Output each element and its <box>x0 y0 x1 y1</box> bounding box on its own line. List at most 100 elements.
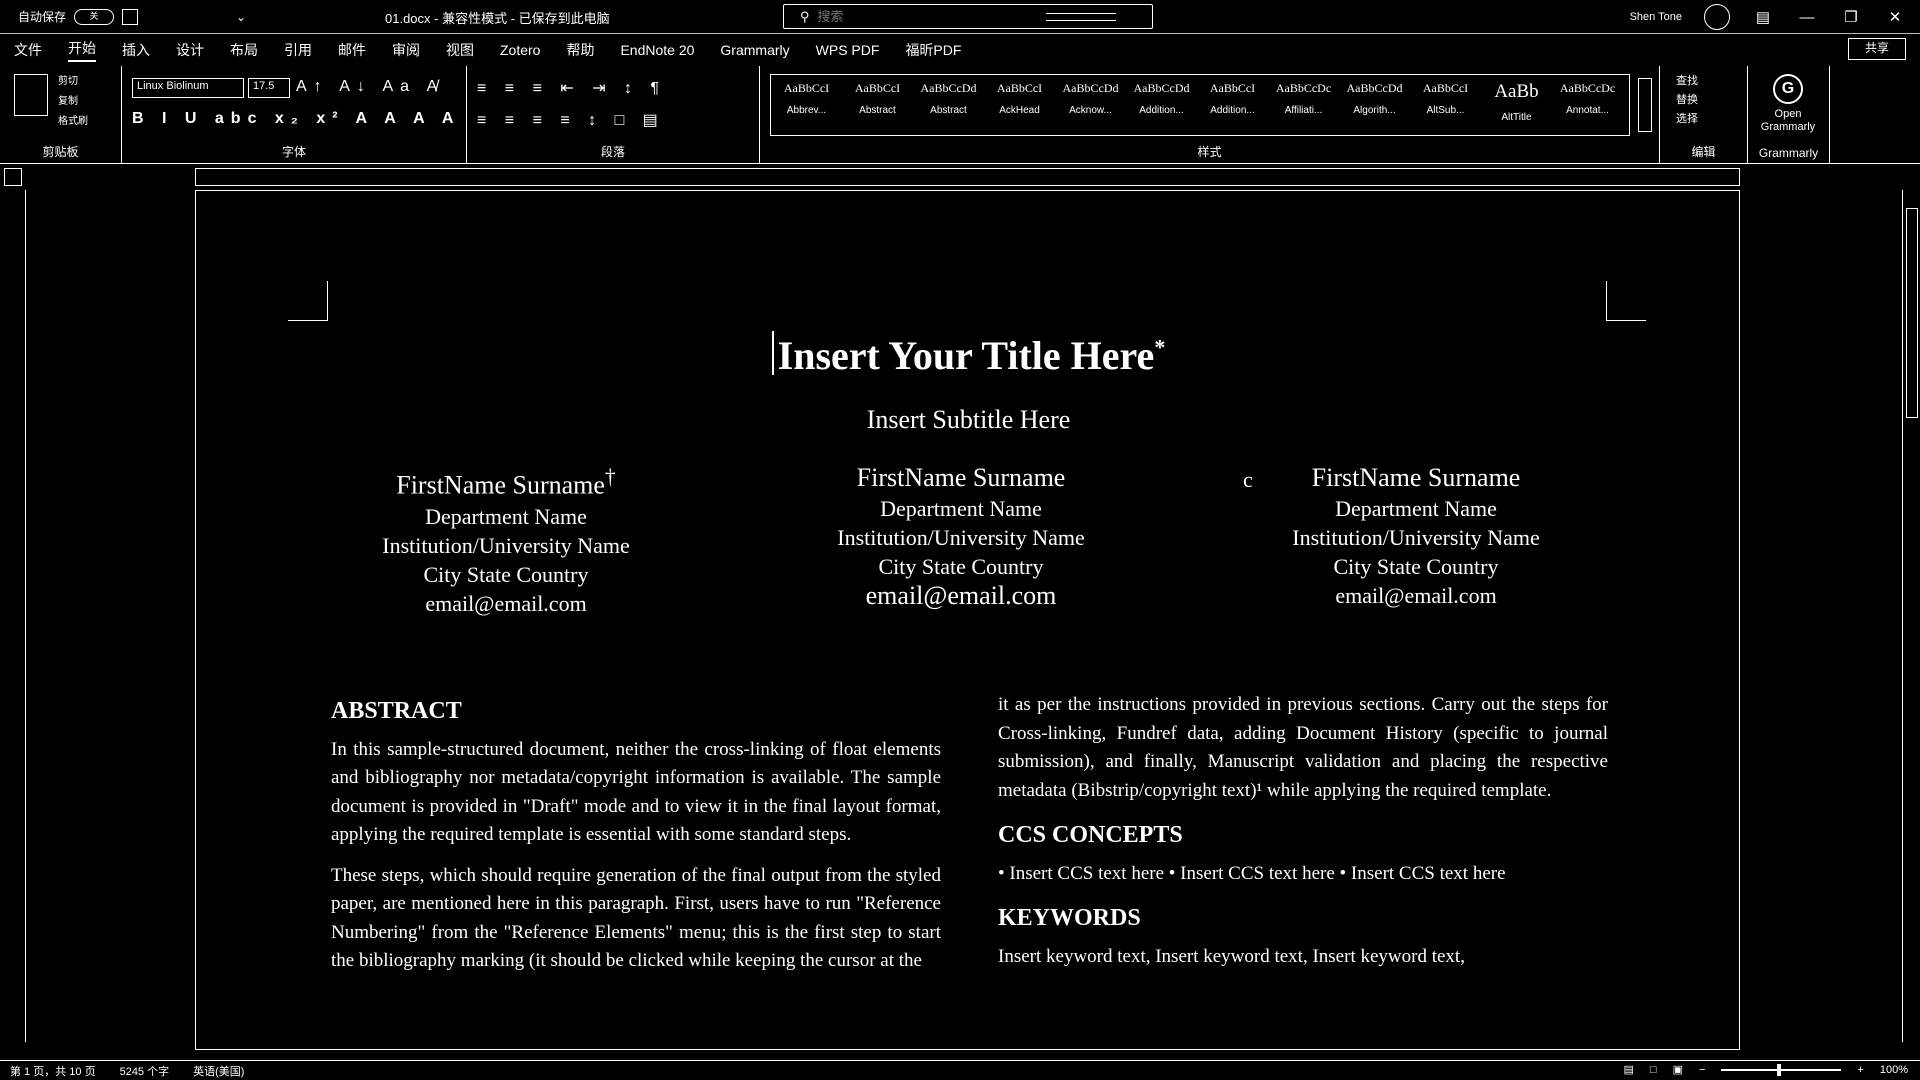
group-label-clipboard: 剪贴板 <box>42 145 79 159</box>
tab-view[interactable]: 视图 <box>446 40 474 60</box>
page-subtitle[interactable]: Insert Subtitle Here <box>196 405 1741 435</box>
tab-foxit-pdf[interactable]: 福昕PDF <box>905 40 961 60</box>
left-column[interactable]: ABSTRACT In this sample-structured docum… <box>331 697 941 988</box>
ccs-text: • Insert CCS text here • Insert CCS text… <box>998 862 1506 884</box>
language[interactable]: 英语(美国) <box>193 1063 244 1079</box>
group-label-styles: 样式 <box>1197 145 1222 159</box>
menu-tabs: 文件 开始 插入 设计 布局 引用 邮件 审阅 视图 Zotero 帮助 End… <box>0 36 1920 64</box>
tab-help[interactable]: 帮助 <box>566 40 594 60</box>
tab-references[interactable]: 引用 <box>284 40 312 60</box>
abstract-heading: ABSTRACT <box>331 698 462 724</box>
scrollbar-thumb[interactable] <box>1906 208 1918 418</box>
share-button[interactable]: 共享 <box>1848 38 1906 60</box>
zoom-slider[interactable] <box>1721 1063 1842 1076</box>
format-painter-button[interactable]: 格式刷 <box>58 112 108 127</box>
style-alttitle[interactable]: AaBb AltTitle <box>1481 75 1552 133</box>
style-algorithm[interactable]: AaBbCcDd Algorith... <box>1339 75 1410 133</box>
restore-button[interactable]: ❐ <box>1840 8 1862 26</box>
save-icon[interactable] <box>122 8 139 25</box>
instructions-paragraph: it as per the instructions provided in p… <box>998 694 1608 801</box>
search-decoration <box>1045 12 1116 21</box>
paste-icon[interactable] <box>14 74 48 116</box>
tab-insert[interactable]: 插入 <box>122 40 150 60</box>
copy-button[interactable]: 复制 <box>58 92 108 107</box>
tab-selector-icon[interactable] <box>4 168 22 186</box>
clipboard-group: 剪切 复制 格式刷 剪贴板 <box>0 66 122 164</box>
open-grammarly-button[interactable]: Open Grammarly <box>1750 108 1826 134</box>
tab-grammarly[interactable]: Grammarly <box>720 42 789 58</box>
read-mode-icon[interactable]: ▤ <box>1624 1063 1634 1076</box>
style-acknowledgments[interactable]: AaBbCcDd Acknow... <box>1055 75 1126 133</box>
style-additional-2[interactable]: AaBbCcI Addition... <box>1197 75 1268 133</box>
author-block-1[interactable]: FirstName Surname† Department Name Insti… <box>296 461 716 618</box>
vertical-ruler[interactable] <box>4 190 26 1042</box>
print-layout-icon[interactable]: □ <box>1650 1064 1657 1076</box>
customize-toolbar-icon[interactable]: ⌄ <box>236 10 246 24</box>
font-name-select[interactable]: Linux Biolinum <box>132 78 244 98</box>
styles-gallery-scroll[interactable] <box>1638 78 1652 132</box>
find-button[interactable]: 查找 <box>1676 72 1698 91</box>
zoom-out-icon[interactable]: − <box>1699 1064 1705 1076</box>
author-block-2[interactable]: FirstName Surname Department Name Instit… <box>751 461 1171 610</box>
zoom-in-icon[interactable]: + <box>1857 1064 1863 1076</box>
style-abstract-head[interactable]: AaBbCcI Abstract <box>842 75 913 133</box>
text-cursor <box>771 331 774 375</box>
web-layout-icon[interactable]: ▣ <box>1673 1063 1683 1076</box>
page-count[interactable]: 第 1 页，共 10 页 <box>10 1063 96 1079</box>
ccs-heading: CCS CONCEPTS <box>998 822 1183 848</box>
page-title[interactable]: Insert Your Title Here* <box>196 331 1741 379</box>
replace-button[interactable]: 替换 <box>1676 91 1698 110</box>
font-format-tools[interactable]: B I U abc x₂ x² A A A A <box>132 110 460 128</box>
style-annotation[interactable]: AaBbCcDc Annotat... <box>1552 75 1623 133</box>
paragraph-group: ≡ ≡ ≡ ⇤ ⇥ ↕ ¶ ≡ ≡ ≡ ≡ ↕ □ ▤ 段落 <box>467 66 760 164</box>
document-page[interactable]: Insert Your Title Here* Insert Subtitle … <box>195 190 1740 1050</box>
author-block-3[interactable]: FirstName Surname Department Name Instit… <box>1206 461 1626 610</box>
author-institution: Institution/University Name <box>837 525 1085 550</box>
list-tools[interactable]: ≡ ≡ ≡ ⇤ ⇥ ↕ ¶ <box>477 78 666 98</box>
cut-button[interactable]: 剪切 <box>58 72 108 87</box>
ribbon-display-icon[interactable]: ▤ <box>1752 8 1774 26</box>
tab-wps-pdf[interactable]: WPS PDF <box>816 42 880 58</box>
document-title[interactable]: 01.docx - 兼容性模式 - 已保存到此电脑 <box>385 8 610 27</box>
close-button[interactable]: ✕ <box>1884 8 1906 26</box>
horizontal-ruler[interactable] <box>195 168 1740 186</box>
author-name: FirstName Surname <box>856 463 1066 492</box>
tab-file[interactable]: 文件 <box>14 40 42 60</box>
grammarly-icon[interactable]: G <box>1773 74 1803 104</box>
style-affiliation[interactable]: AaBbCcDc Affiliati... <box>1268 75 1339 133</box>
ribbon: 剪切 复制 格式刷 剪贴板 Linux Biolinum 17.5 A↑ A↓ … <box>0 66 1920 164</box>
style-additional-1[interactable]: AaBbCcDd Addition... <box>1126 75 1197 133</box>
style-altsub[interactable]: AaBbCcI AltSub... <box>1410 75 1481 133</box>
avatar[interactable] <box>1704 4 1730 30</box>
tab-zotero[interactable]: Zotero <box>500 42 540 58</box>
font-size-tools[interactable]: A↑ A↓ Aa A̸ <box>296 78 444 96</box>
tab-mailings[interactable]: 邮件 <box>338 40 366 60</box>
autosave-toggle[interactable]: 关 <box>74 8 115 25</box>
author-institution: Institution/University Name <box>1292 525 1540 550</box>
select-button[interactable]: 选择 <box>1676 110 1698 129</box>
word-count[interactable]: 5245 个字 <box>120 1063 170 1079</box>
tab-review[interactable]: 审阅 <box>392 40 420 60</box>
tab-home[interactable]: 开始 <box>68 38 96 62</box>
align-tools[interactable]: ≡ ≡ ≡ ≡ ↕ □ ▤ <box>477 110 665 130</box>
minimize-button[interactable]: — <box>1796 9 1818 26</box>
search-input[interactable] <box>817 9 938 24</box>
search-box[interactable]: ⚲ <box>783 4 1153 29</box>
style-abbreviations[interactable]: AaBbCcI Abbrev... <box>771 75 842 133</box>
font-size-select[interactable]: 17.5 <box>248 78 290 98</box>
group-label-font: 字体 <box>281 145 306 159</box>
user-name[interactable]: Shen Tone <box>1630 11 1682 23</box>
style-abstract[interactable]: AaBbCcDd Abstract <box>913 75 984 133</box>
autosave-label: 自动保存 <box>18 10 67 24</box>
tab-endnote[interactable]: EndNote 20 <box>620 42 694 58</box>
status-bar: 第 1 页，共 10 页 5245 个字 英语(美国) ▤ □ ▣ − + 10… <box>0 1060 1920 1080</box>
zoom-level[interactable]: 100% <box>1880 1064 1908 1076</box>
style-ackhead[interactable]: AaBbCcI AckHead <box>984 75 1055 133</box>
right-column[interactable]: it as per the instructions provided in p… <box>998 691 1608 983</box>
tab-layout[interactable]: 布局 <box>230 40 258 60</box>
keywords-text: Insert keyword text, Insert keyword text… <box>998 945 1465 967</box>
author-institution: Institution/University Name <box>382 532 630 558</box>
author-email: email@email.com <box>425 590 587 616</box>
tab-design[interactable]: 设计 <box>176 40 204 60</box>
author-location: City State Country <box>878 554 1044 579</box>
